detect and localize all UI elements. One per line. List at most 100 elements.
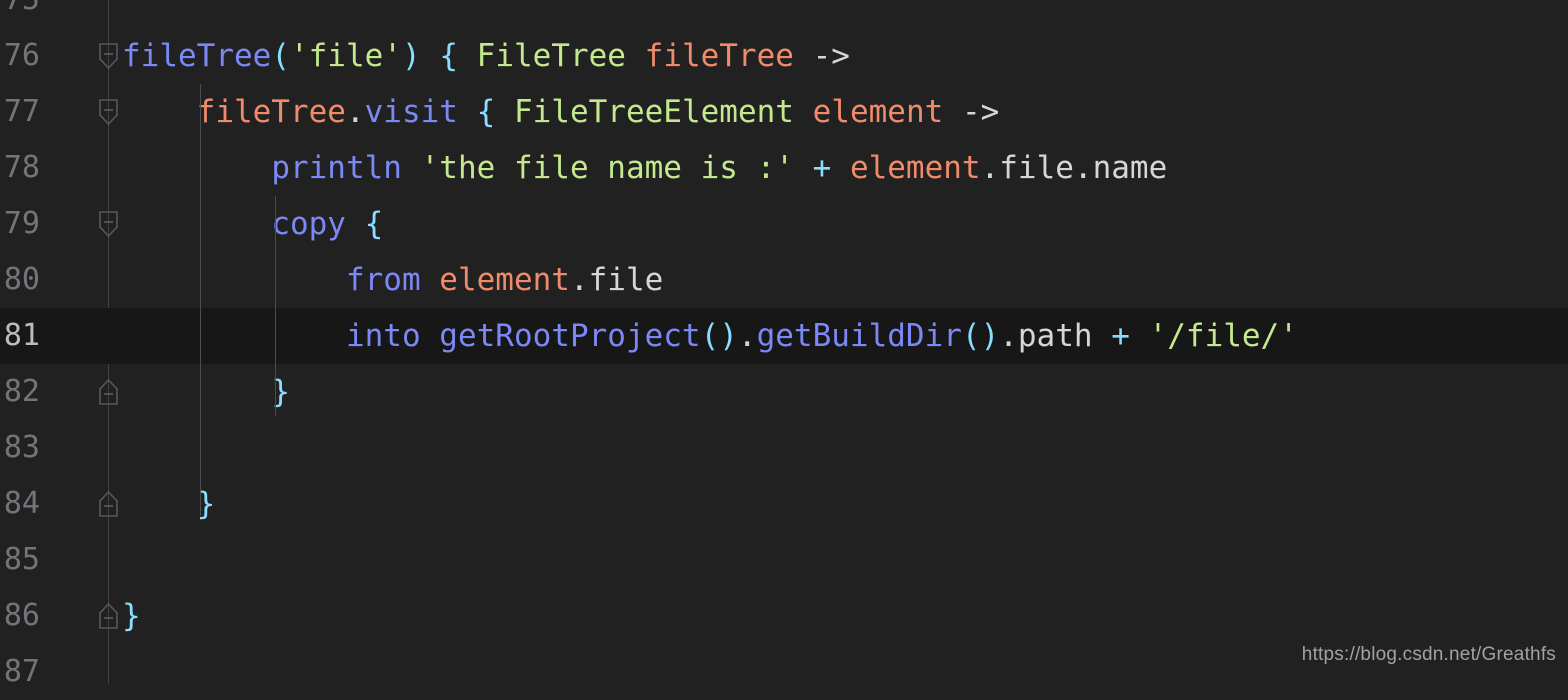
code-line-text: } <box>122 364 290 420</box>
code-token: -> <box>961 94 1000 130</box>
code-line-background <box>0 0 1568 28</box>
code-line[interactable]: 77 fileTree.visit { FileTreeElement elem… <box>0 84 1568 140</box>
code-line-text: println 'the file name is :' + element.f… <box>122 140 1167 196</box>
code-token: element <box>849 150 981 186</box>
code-token: .file.name <box>980 150 1168 186</box>
line-number: 76 <box>3 38 40 73</box>
code-token: . <box>345 94 365 130</box>
code-token: } <box>122 598 141 634</box>
code-token: element <box>812 94 944 130</box>
code-token: . <box>737 318 757 354</box>
code-token: -> <box>812 38 850 74</box>
line-number: 87 <box>3 654 40 689</box>
code-token: copy <box>271 206 346 242</box>
code-line-background <box>0 588 1568 644</box>
code-token: visit <box>364 94 458 130</box>
code-line-text: fileTree('file') { FileTree fileTree -> <box>122 28 850 84</box>
code-token: () <box>700 318 738 354</box>
code-line-text: } <box>122 476 216 532</box>
code-line-background <box>0 532 1568 588</box>
fold-collapse-down-icon[interactable] <box>99 211 118 237</box>
fold-collapse-up-icon[interactable] <box>99 603 118 629</box>
code-line[interactable]: 79 copy { <box>0 196 1568 252</box>
code-line[interactable]: 76 fileTree('file') { FileTree fileTree -… <box>0 28 1568 84</box>
code-line-text: fileTree.visit { FileTreeElement element… <box>122 84 1000 140</box>
line-number: 78 <box>3 150 40 185</box>
fold-collapse-down-icon[interactable] <box>99 43 118 69</box>
code-token: + <box>812 150 832 186</box>
fold-collapse-up-icon[interactable] <box>99 379 118 405</box>
code-editor[interactable]: 75 76 fileTree('file') { FileTree fileTree… <box>0 0 1568 689</box>
code-token: getRootProject <box>439 318 701 354</box>
fold-collapse-down-icon[interactable] <box>99 99 118 125</box>
code-line[interactable]: 82 } <box>0 364 1568 420</box>
code-line[interactable]: 78 println 'the file name is :' + elemen… <box>0 140 1568 196</box>
line-number: 85 <box>3 542 40 577</box>
code-token: + <box>1111 318 1130 354</box>
code-token: fileTree <box>196 94 346 130</box>
code-token: from <box>345 262 421 298</box>
code-line[interactable]: 80 from element.file <box>0 252 1568 308</box>
code-line-background <box>0 420 1568 476</box>
code-token: .path <box>999 318 1093 354</box>
watermark-url: https://blog.csdn.net/Greathfs <box>1301 644 1556 665</box>
line-number: 79 <box>3 206 40 241</box>
code-token: () <box>961 318 1000 354</box>
fold-collapse-up-icon[interactable] <box>99 491 118 517</box>
line-number: 75 <box>0 0 40 28</box>
code-token: getBuildDir <box>756 318 962 354</box>
code-line-text: into getRootProject().getBuildDir().path… <box>122 308 1298 364</box>
code-token: { <box>364 206 384 242</box>
code-token: println <box>271 150 402 186</box>
code-line[interactable]: 84 } <box>0 476 1568 532</box>
code-line[interactable]: 75 <box>0 0 1568 28</box>
code-token: FileTreeElement <box>513 94 794 130</box>
code-token: element <box>439 262 570 298</box>
line-number: 86 <box>3 598 40 633</box>
code-token: .file <box>569 262 664 298</box>
code-line-background <box>0 476 1568 532</box>
code-line[interactable]: 86} <box>0 588 1568 644</box>
code-token: 'file' <box>289 38 402 74</box>
line-number: 83 <box>3 430 40 465</box>
code-line[interactable]: 81 into getRootProject().getBuildDir().p… <box>0 308 1568 364</box>
indent-guide <box>275 196 276 416</box>
code-line[interactable]: 83 <box>0 420 1568 476</box>
code-token: 'the file name is :' <box>420 150 794 186</box>
line-number: 82 <box>3 374 40 409</box>
code-line[interactable]: 85 <box>0 532 1568 588</box>
indent-guide <box>200 84 201 516</box>
code-token: into <box>345 318 421 354</box>
line-number: 80 <box>3 262 40 297</box>
code-line-text: from element.file <box>122 252 663 308</box>
code-token: ) <box>401 38 421 74</box>
code-token: FileTree <box>476 38 626 74</box>
code-token: fileTree <box>644 38 794 74</box>
code-line-text: copy { <box>122 196 383 252</box>
code-token: { <box>439 38 458 74</box>
line-number: 84 <box>3 486 40 521</box>
code-token: '/file/' <box>1148 318 1298 354</box>
